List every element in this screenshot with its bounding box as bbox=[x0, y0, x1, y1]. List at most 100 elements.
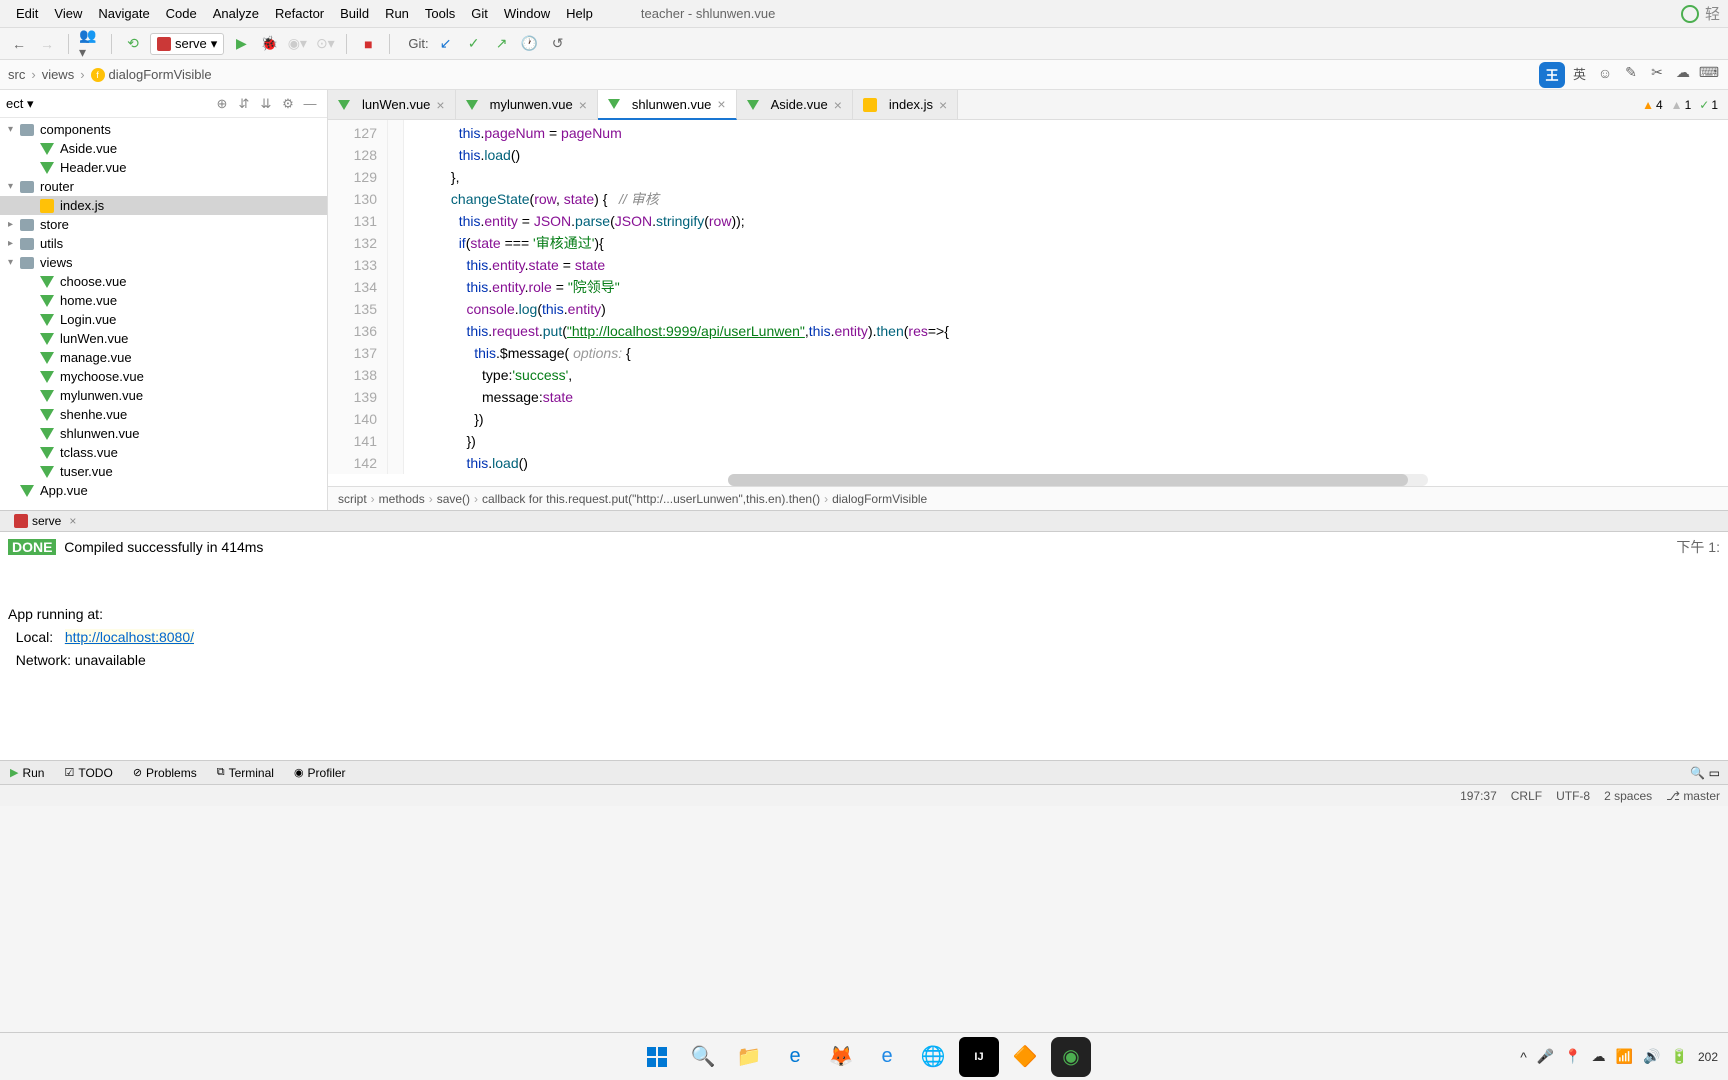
line-gutter[interactable]: 127 128 129 130 131 132 133 134 135 136 … bbox=[328, 120, 388, 474]
profile-button[interactable]: ⊙▾ bbox=[314, 33, 336, 55]
tree-node-App-vue[interactable]: App.vue bbox=[0, 481, 327, 500]
code-breadcrumb-item[interactable]: save() bbox=[437, 492, 470, 506]
close-icon[interactable]: × bbox=[436, 97, 444, 113]
tree-node-components[interactable]: ▾components bbox=[0, 120, 327, 139]
cursor-position[interactable]: 197:37 bbox=[1460, 789, 1497, 803]
expand-all-button[interactable]: ⇵ bbox=[233, 93, 255, 115]
git-push-button[interactable]: ↗ bbox=[491, 33, 513, 55]
tree-node-Aside-vue[interactable]: Aside.vue bbox=[0, 139, 327, 158]
tree-node-shlunwen-vue[interactable]: shlunwen.vue bbox=[0, 424, 327, 443]
event-log-icon[interactable]: ▭ bbox=[1709, 766, 1720, 780]
tree-node-views[interactable]: ▾views bbox=[0, 253, 327, 272]
close-icon[interactable]: × bbox=[717, 96, 725, 112]
code-breadcrumb-item[interactable]: script bbox=[338, 492, 367, 506]
debug-button[interactable]: 🐞 bbox=[258, 33, 280, 55]
local-url-link[interactable]: http://localhost:8080/ bbox=[65, 629, 194, 645]
ime-icon[interactable]: 王 bbox=[1539, 62, 1565, 88]
hammer-build-button[interactable]: ⟲ bbox=[122, 33, 144, 55]
tree-node-Header-vue[interactable]: Header.vue bbox=[0, 158, 327, 177]
hide-button[interactable]: — bbox=[299, 93, 321, 115]
run-button[interactable]: ▶ bbox=[230, 33, 252, 55]
firefox-icon[interactable]: 🦊 bbox=[821, 1037, 861, 1077]
git-history-button[interactable]: 🕐 bbox=[519, 33, 541, 55]
menu-tools[interactable]: Tools bbox=[417, 3, 463, 24]
tray-year[interactable]: 202 bbox=[1698, 1050, 1718, 1064]
tree-node-tuser-vue[interactable]: tuser.vue bbox=[0, 462, 327, 481]
tab-shlunwen-vue[interactable]: shlunwen.vue× bbox=[598, 90, 737, 120]
git-rollback-button[interactable]: ↺ bbox=[547, 33, 569, 55]
tool-run[interactable]: ▶Run bbox=[0, 761, 54, 784]
edge-legacy-icon[interactable]: e bbox=[775, 1037, 815, 1077]
back-button[interactable]: ← bbox=[8, 33, 30, 55]
chrome-icon[interactable]: 🌐 bbox=[913, 1037, 953, 1077]
menu-run[interactable]: Run bbox=[377, 3, 417, 24]
start-button[interactable] bbox=[637, 1037, 677, 1077]
tool-problems[interactable]: ⊘Problems bbox=[123, 761, 207, 784]
search-button[interactable]: 🔍 bbox=[683, 1037, 723, 1077]
breadcrumb-field[interactable]: dialogFormVisible bbox=[109, 67, 212, 82]
tree-node-Login-vue[interactable]: Login.vue bbox=[0, 310, 327, 329]
tab-Aside-vue[interactable]: Aside.vue× bbox=[737, 90, 853, 119]
horizontal-scrollbar[interactable] bbox=[728, 474, 1428, 486]
weak-warnings-indicator[interactable]: ▲1 bbox=[1671, 98, 1692, 112]
menu-code[interactable]: Code bbox=[158, 3, 205, 24]
sync-status-icon[interactable] bbox=[1681, 5, 1699, 23]
lang-indicator[interactable]: 英 bbox=[1569, 62, 1590, 88]
pencil-icon[interactable]: ✎ bbox=[1620, 62, 1642, 84]
app-icon-2[interactable]: ◉ bbox=[1051, 1037, 1091, 1077]
app-icon-1[interactable]: 🔶 bbox=[1005, 1037, 1045, 1077]
menu-refactor[interactable]: Refactor bbox=[267, 3, 332, 24]
fold-gutter[interactable] bbox=[388, 120, 404, 474]
search-icon[interactable]: 🔍 bbox=[1690, 766, 1705, 780]
collapse-all-button[interactable]: ⇊ bbox=[255, 93, 277, 115]
code-breadcrumb-item[interactable]: callback for this.request.put("http:/...… bbox=[482, 492, 820, 506]
run-config-select[interactable]: serve ▾ bbox=[150, 33, 224, 55]
tab-index-js[interactable]: index.js× bbox=[853, 90, 958, 119]
menu-edit[interactable]: Edit bbox=[8, 3, 46, 24]
scissors-icon[interactable]: ✂ bbox=[1646, 62, 1668, 84]
console-output[interactable]: DONE Compiled successfully in 414ms下午 1:… bbox=[0, 532, 1728, 760]
git-commit-button[interactable]: ✓ bbox=[463, 33, 485, 55]
git-update-button[interactable]: ↙ bbox=[435, 33, 457, 55]
tool-profiler[interactable]: ◉Profiler bbox=[284, 761, 356, 784]
typo-indicator[interactable]: ✓1 bbox=[1699, 98, 1718, 112]
coverage-button[interactable]: ◉▾ bbox=[286, 33, 308, 55]
git-branch[interactable]: ⎇ master bbox=[1666, 789, 1720, 803]
menu-navigate[interactable]: Navigate bbox=[90, 3, 157, 24]
tree-node-manage-vue[interactable]: manage.vue bbox=[0, 348, 327, 367]
tree-node-choose-vue[interactable]: choose.vue bbox=[0, 272, 327, 291]
indent-setting[interactable]: 2 spaces bbox=[1604, 789, 1652, 803]
breadcrumb-views[interactable]: views bbox=[42, 67, 75, 82]
tab-lunWen-vue[interactable]: lunWen.vue× bbox=[328, 90, 456, 119]
tool-todo[interactable]: ☑TODO bbox=[54, 761, 122, 784]
forward-button[interactable]: → bbox=[36, 33, 58, 55]
close-icon[interactable]: × bbox=[579, 97, 587, 113]
breadcrumb-src[interactable]: src bbox=[8, 67, 25, 82]
code-breadcrumb-item[interactable]: methods bbox=[379, 492, 425, 506]
tool-terminal[interactable]: ⧉Terminal bbox=[207, 761, 284, 784]
tree-node-tclass-vue[interactable]: tclass.vue bbox=[0, 443, 327, 462]
project-tree[interactable]: ▾componentsAside.vueHeader.vue▾routerind… bbox=[0, 118, 327, 510]
tray-mic-icon[interactable]: 🎤 bbox=[1537, 1048, 1554, 1065]
close-icon[interactable]: × bbox=[939, 97, 947, 113]
tray-wifi-icon[interactable]: 📶 bbox=[1616, 1048, 1633, 1065]
tree-node-store[interactable]: ▸store bbox=[0, 215, 327, 234]
tree-node-router[interactable]: ▾router bbox=[0, 177, 327, 196]
cloud-icon[interactable]: ☁ bbox=[1672, 62, 1694, 84]
emoji-icon[interactable]: ☺ bbox=[1594, 62, 1616, 84]
locate-file-button[interactable]: ⊕ bbox=[211, 93, 233, 115]
menu-analyze[interactable]: Analyze bbox=[205, 3, 267, 24]
line-separator[interactable]: CRLF bbox=[1511, 789, 1542, 803]
code-breadcrumb-item[interactable]: dialogFormVisible bbox=[832, 492, 927, 506]
tree-node-mylunwen-vue[interactable]: mylunwen.vue bbox=[0, 386, 327, 405]
tree-node-mychoose-vue[interactable]: mychoose.vue bbox=[0, 367, 327, 386]
menu-view[interactable]: View bbox=[46, 3, 90, 24]
stop-button[interactable]: ■ bbox=[357, 33, 379, 55]
close-icon[interactable]: × bbox=[834, 97, 842, 113]
tray-chevron-icon[interactable]: ^ bbox=[1520, 1049, 1527, 1065]
code-editor[interactable]: this.pageNum = pageNum this.load() }, ch… bbox=[404, 120, 1728, 474]
tray-volume-icon[interactable]: 🔊 bbox=[1643, 1048, 1660, 1065]
settings-button[interactable]: ⚙ bbox=[277, 93, 299, 115]
menu-window[interactable]: Window bbox=[496, 3, 558, 24]
tree-node-lunWen-vue[interactable]: lunWen.vue bbox=[0, 329, 327, 348]
